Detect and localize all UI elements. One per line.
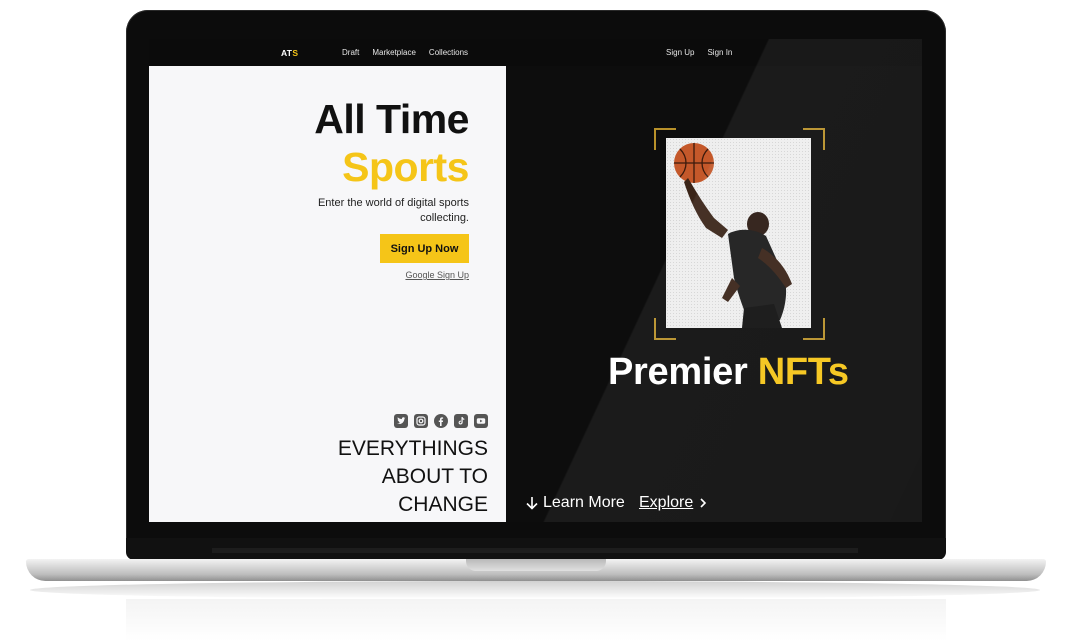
hero-title-line1: All Time [314,96,469,142]
learn-more-link[interactable]: Learn More [525,494,625,512]
closing-line-3: CHANGE [398,493,488,516]
logo-accent-text: S [292,48,299,58]
laptop-chin-inner [212,548,858,553]
learn-more-label: Learn More [543,494,625,511]
arrow-down-icon [526,497,538,510]
hero-tagline: Enter the world of digital sports collec… [317,197,469,224]
closing-line-1: EVERYTHINGS [337,437,488,460]
laptop-chin [126,538,946,560]
laptop-screen: ATS Draft Marketplace Collections Sign U… [149,39,922,522]
twitter-icon[interactable] [394,414,408,428]
tiktok-icon[interactable] [454,414,468,428]
laptop-base [26,559,1046,581]
laptop-notch [466,559,606,571]
nav-link-draft[interactable]: Draft [342,48,359,57]
nav-sign-up[interactable]: Sign Up [666,48,694,57]
headline-accent: NFTs [757,351,849,393]
chevron-right-icon [700,498,707,508]
hero-left-panel: All Time Sports Enter the world of digit… [149,66,506,522]
nav-auth: Sign Up Sign In [666,48,732,57]
headline-main: Premier [608,351,748,393]
hero-title-line2: Sports [342,144,469,190]
google-sign-up-link[interactable]: Google Sign Up [405,270,469,280]
logo-text: AT [281,48,293,58]
sign-up-now-button[interactable]: Sign Up Now [380,234,469,263]
nav-sign-in[interactable]: Sign In [707,48,732,57]
featured-athlete-image[interactable] [666,138,811,328]
facebook-icon[interactable] [434,414,448,428]
laptop-shadow [30,581,1040,599]
closing-line-2: ABOUT TO [381,465,488,488]
explore-label: Explore [639,494,694,511]
social-icons [394,414,488,428]
showcase-headline: Premier NFTs [608,351,849,394]
youtube-icon[interactable] [474,414,488,428]
top-nav: ATS Draft Marketplace Collections Sign U… [149,39,922,66]
explore-link[interactable]: Explore [639,494,707,512]
instagram-icon[interactable] [414,414,428,428]
closing-statement: EVERYTHINGS ABOUT TO CHANGE [338,435,488,519]
nav-links: Draft Marketplace Collections [342,48,468,57]
site-logo[interactable]: ATS [281,48,298,58]
showcase-panel: Premier NFTs Learn More Explore [506,66,922,522]
nav-link-collections[interactable]: Collections [429,48,468,57]
nav-link-marketplace[interactable]: Marketplace [372,48,416,57]
laptop-reflection [126,599,946,641]
